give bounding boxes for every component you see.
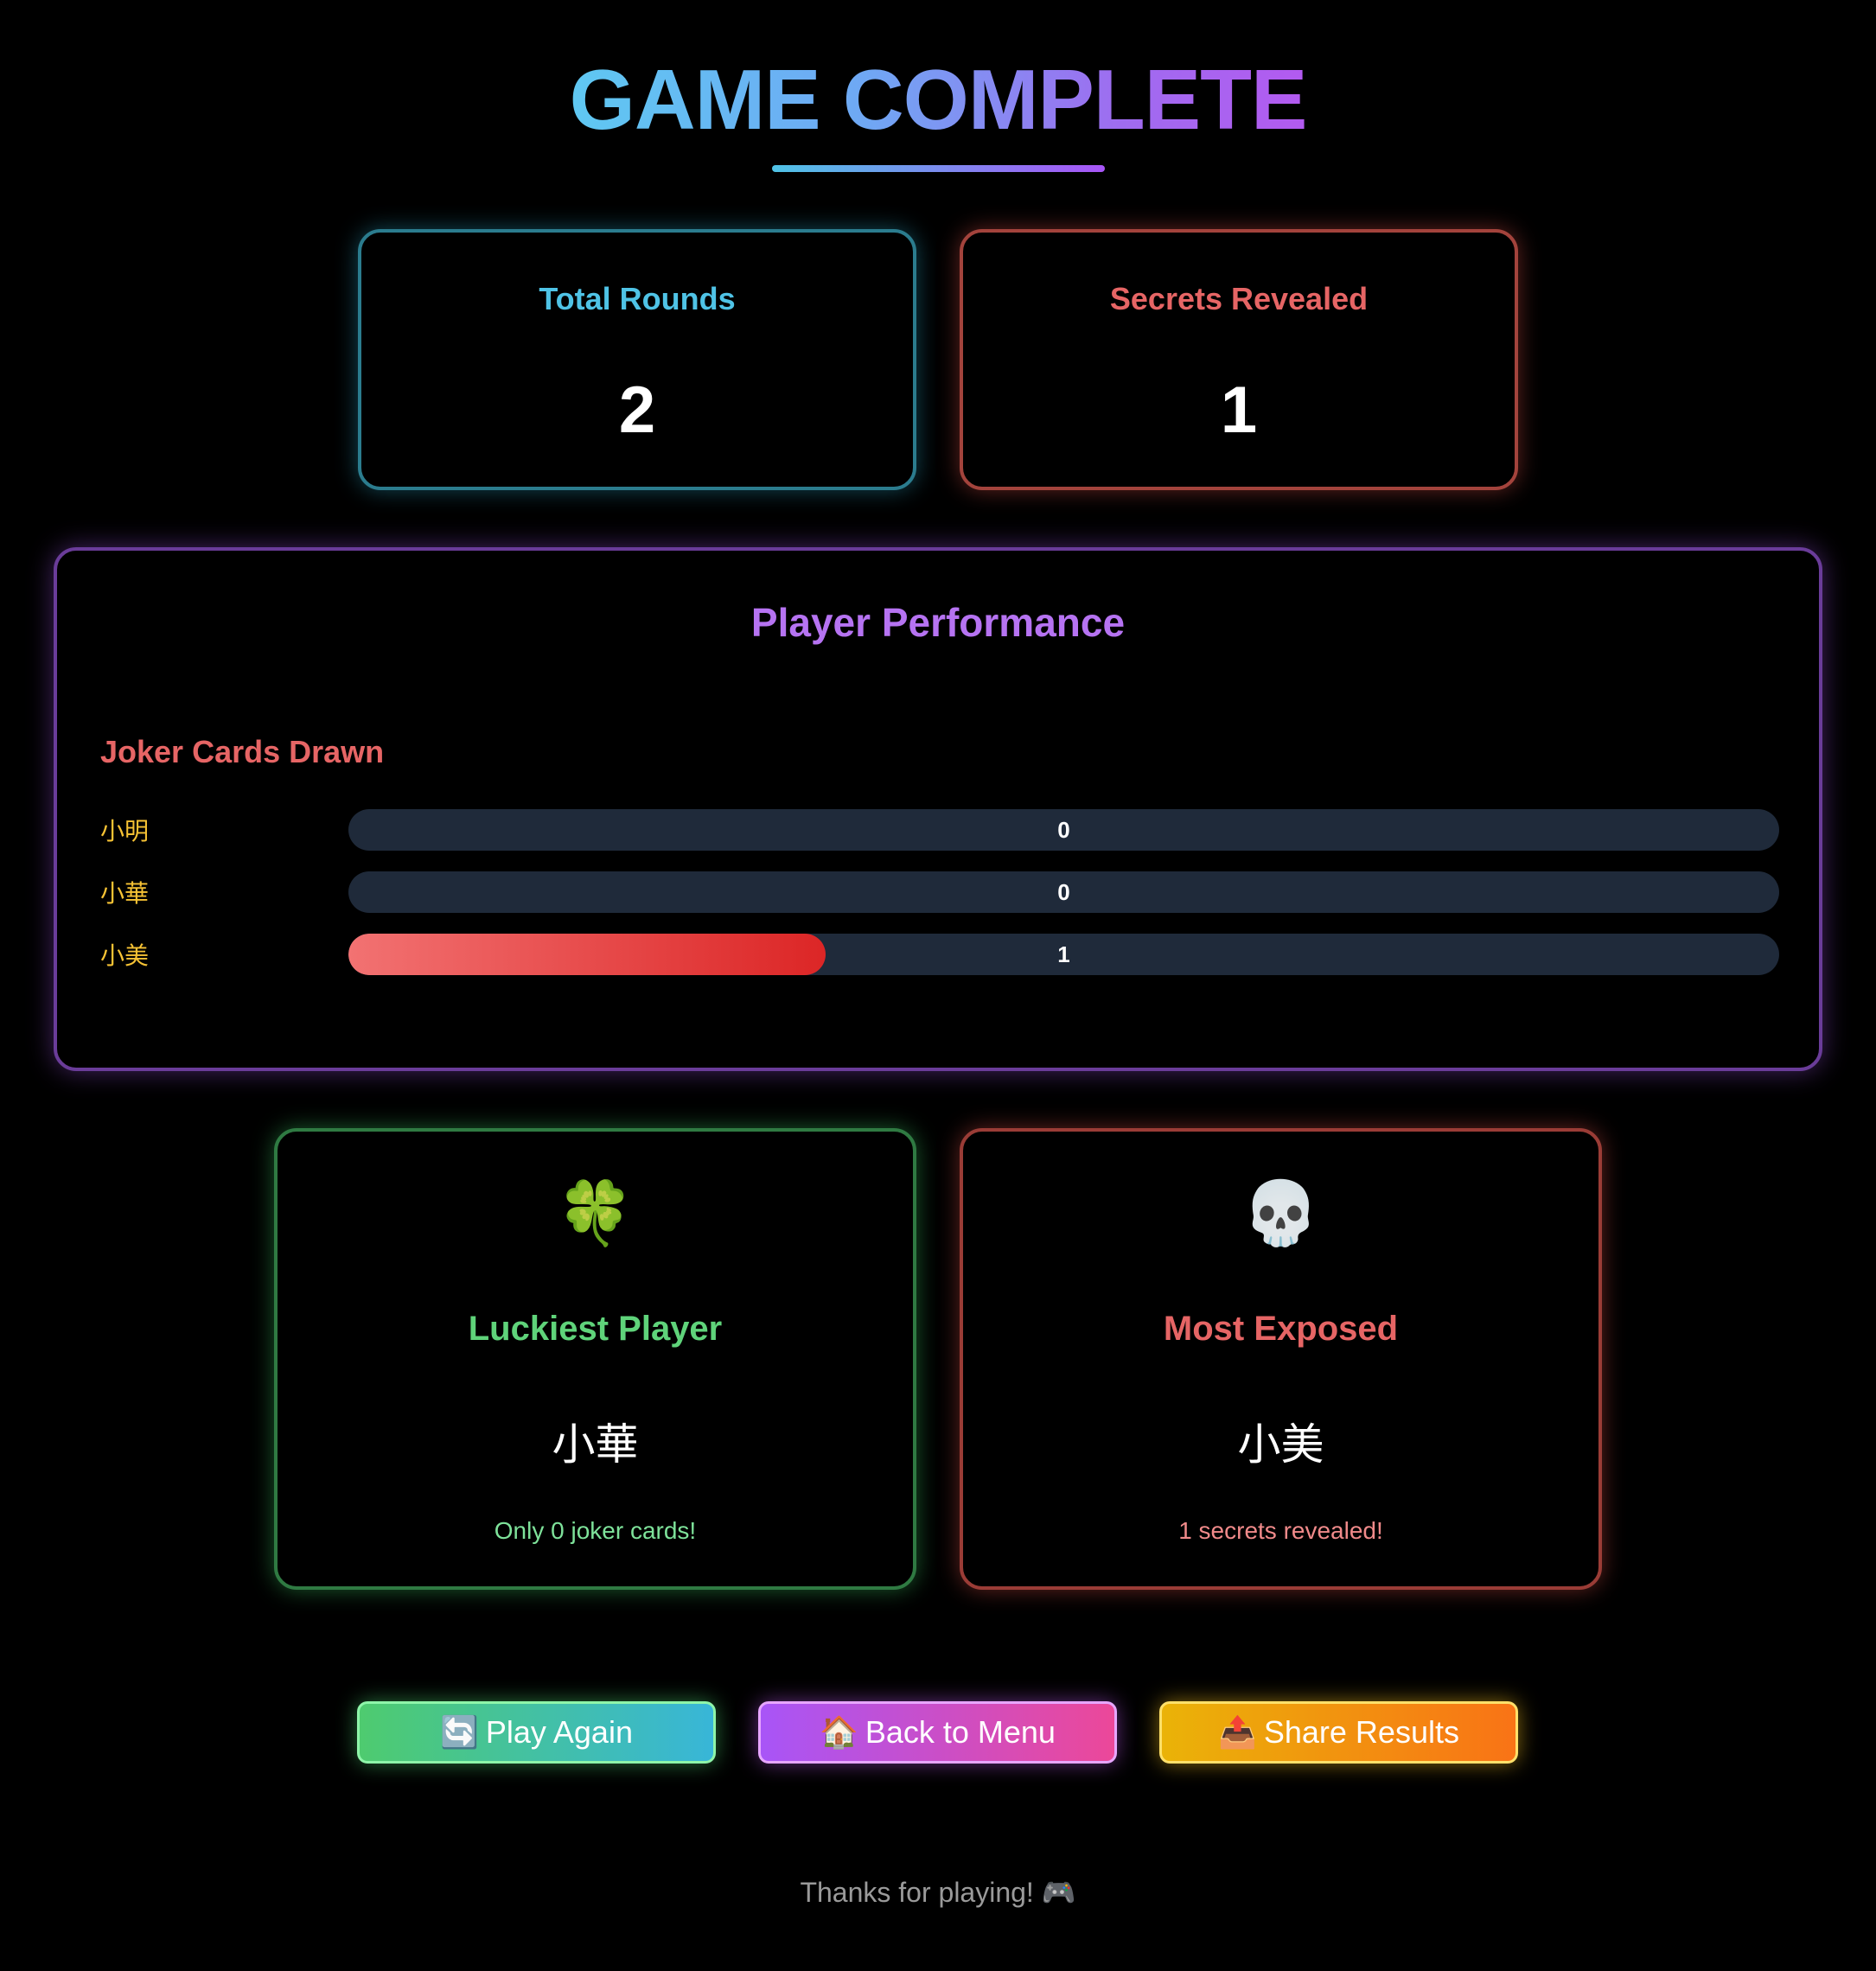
player-name: 小美 [100,941,150,970]
bar-value: 0 [1057,879,1070,905]
most-exposed-name: 小美 [1237,1419,1324,1470]
skull-icon: 💀 [1241,1179,1320,1248]
total-rounds-value: 2 [618,373,656,447]
secrets-revealed-label: Secrets Revealed [1109,281,1369,316]
back-to-menu-label: Back to Menu [865,1714,1056,1750]
total-rounds-label: Total Rounds [539,281,736,316]
luckiest-player-card: 🍀 Luckiest Player 小華 Only 0 joker cards! [274,1128,916,1590]
luckiest-player-title: Luckiest Player [468,1310,723,1348]
title-underline [772,165,1105,172]
bar-value: 1 [1057,941,1070,967]
share-results-label: Share Results [1263,1714,1459,1750]
secrets-revealed-card: Secrets Revealed 1 [960,229,1518,490]
bar-value: 0 [1057,817,1070,843]
outbox-tray-icon: 📤 [1218,1714,1257,1750]
player-name: 小華 [100,879,150,908]
refresh-icon: 🔄 [440,1714,479,1750]
bar-track: 0 [348,809,1779,851]
player-bar-row: 小明 0 [100,809,1779,851]
performance-title: Player Performance [750,600,1126,645]
bar-track: 0 [348,871,1779,913]
joker-cards-heading: Joker Cards Drawn [100,734,385,769]
four-leaf-clover-icon: 🍀 [556,1179,635,1248]
luckiest-player-name: 小華 [552,1419,639,1470]
house-icon: 🏠 [820,1714,858,1750]
secrets-revealed-value: 1 [1220,373,1258,447]
page-title: GAME COMPLETE [569,52,1308,147]
player-bar-row: 小美 1 [100,934,1779,975]
player-name: 小明 [100,817,150,845]
back-to-menu-button[interactable]: 🏠 Back to Menu [758,1701,1117,1764]
most-exposed-note: 1 secrets revealed! [1178,1517,1383,1544]
play-again-label: Play Again [485,1714,633,1750]
luckiest-player-note: Only 0 joker cards! [494,1517,697,1544]
share-results-button[interactable]: 📤 Share Results [1159,1701,1518,1764]
player-performance-panel: Player Performance Joker Cards Drawn 小明 … [54,547,1822,1071]
bar-track: 1 [348,934,1779,975]
most-exposed-card: 💀 Most Exposed 小美 1 secrets revealed! [960,1128,1602,1590]
player-bar-row: 小華 0 [100,871,1779,913]
most-exposed-title: Most Exposed [1163,1310,1399,1348]
play-again-button[interactable]: 🔄 Play Again [357,1701,716,1764]
footer-message: Thanks for playing! 🎮 [800,1877,1076,1908]
total-rounds-card: Total Rounds 2 [358,229,916,490]
